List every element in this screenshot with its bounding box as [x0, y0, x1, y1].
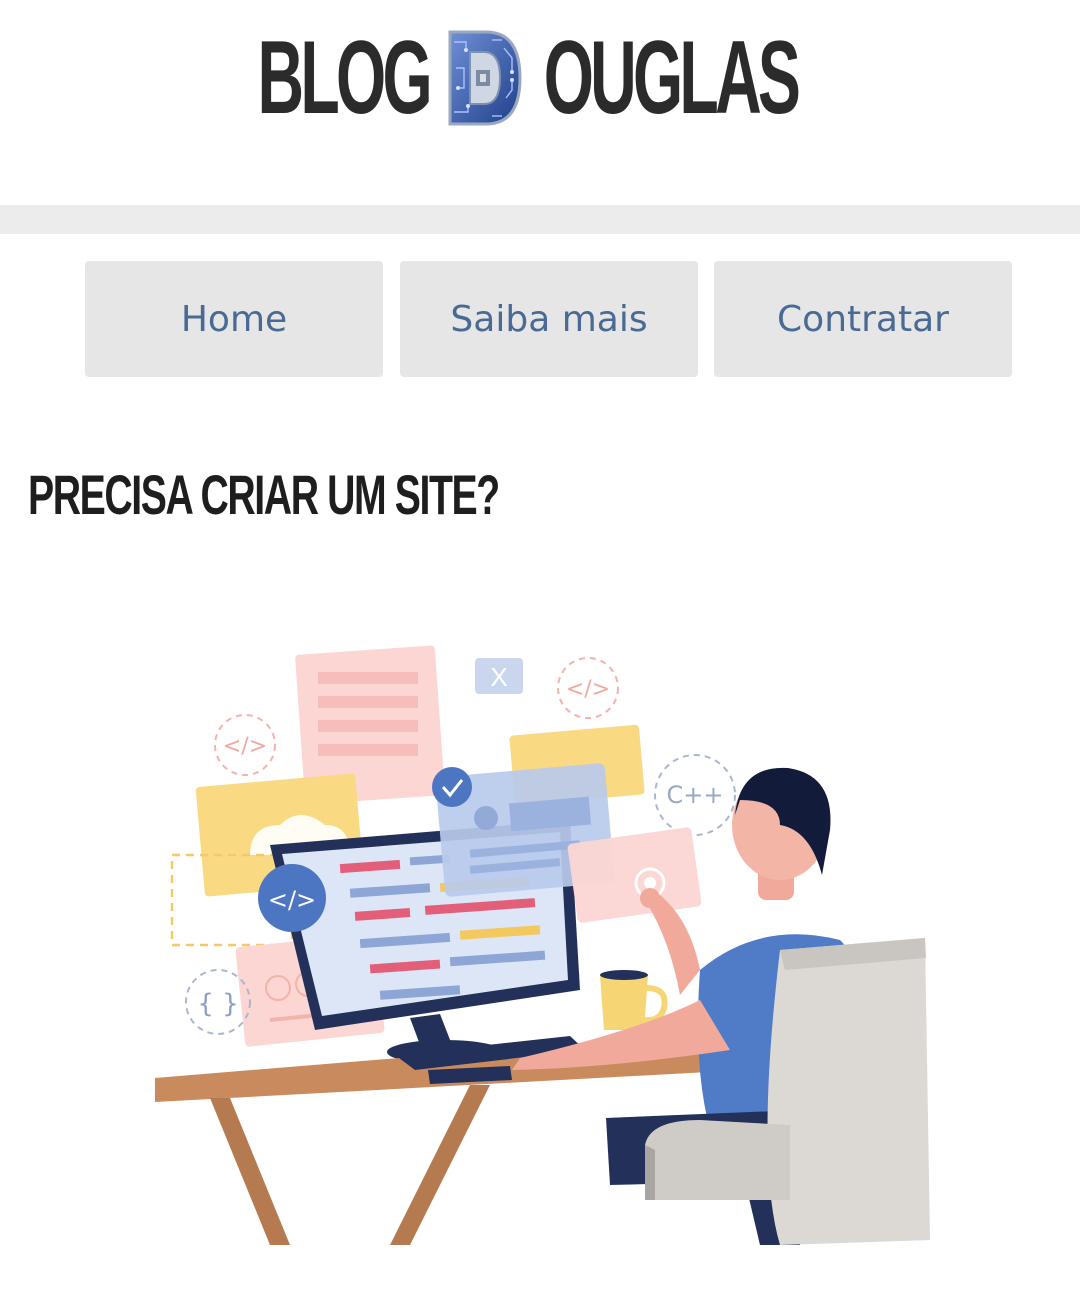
nav-home-button[interactable]: Home [85, 261, 383, 377]
site-logo[interactable]: BLOG OUGLAS [0, 18, 1080, 138]
logo-text-ouglas: OUGLAS [543, 20, 800, 136]
close-icon: X [490, 662, 507, 692]
page-heading: PRECISA CRIAR UM SITE? [28, 463, 500, 526]
logo-circuit-letter-icon [448, 30, 522, 126]
main-nav: Home Saiba mais Contratar [85, 261, 1012, 377]
braces-tag: { } [197, 989, 238, 1019]
svg-text:</>: </> [268, 886, 316, 914]
site-header: BLOG OUGLAS [0, 0, 1080, 205]
header-divider [0, 205, 1080, 234]
code-badge-icon: </> [258, 864, 326, 932]
code-tag-left: </> [223, 734, 267, 759]
nav-saiba-mais-button[interactable]: Saiba mais [400, 261, 698, 377]
cpp-tag: C++ [667, 781, 724, 809]
logo-text-blog: BLOG [257, 20, 433, 136]
nav-contratar-button[interactable]: Contratar [714, 261, 1012, 377]
web-developer-illustration: X </> </> C++ { } </> [155, 645, 930, 1245]
code-tag-right: </> [566, 677, 610, 702]
